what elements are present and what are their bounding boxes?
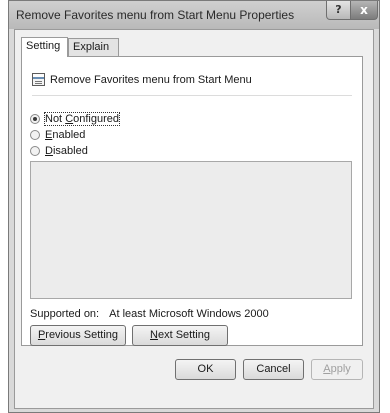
label-prefix: Not bbox=[45, 113, 66, 125]
label-rest: isabled bbox=[52, 145, 88, 157]
dialog-body: Setting Explain Remove Favorites menu fr… bbox=[14, 29, 374, 409]
accelerator-key: C bbox=[65, 113, 74, 125]
window-title: Remove Favorites menu from Start Menu Pr… bbox=[16, 8, 295, 22]
tab-setting[interactable]: Setting bbox=[21, 37, 68, 57]
supported-value: At least Microsoft Windows 2000 bbox=[109, 308, 269, 320]
setting-panel: Remove Favorites menu from Start Menu No… bbox=[21, 56, 363, 346]
accelerator-key: A bbox=[323, 363, 331, 375]
cancel-button[interactable]: Cancel bbox=[243, 359, 304, 380]
radio-enabled[interactable]: Enabled bbox=[30, 129, 85, 141]
label-rest: onfigured bbox=[73, 113, 120, 125]
close-button[interactable]: x bbox=[350, 1, 378, 20]
button-label: ext Setting bbox=[157, 329, 210, 341]
properties-dialog: Remove Favorites menu from Start Menu Pr… bbox=[8, 0, 380, 413]
radio-disabled[interactable]: Disabled bbox=[30, 145, 88, 157]
policy-header: Remove Favorites menu from Start Menu bbox=[32, 73, 252, 86]
next-setting-button[interactable]: Next Setting bbox=[132, 325, 228, 346]
radio-disabled-label[interactable]: Disabled bbox=[45, 145, 88, 157]
accelerator-key: D bbox=[45, 145, 53, 157]
supported-label: Supported on: bbox=[30, 308, 100, 320]
radio-enabled-indicator[interactable] bbox=[30, 130, 40, 140]
divider bbox=[32, 95, 352, 96]
apply-button[interactable]: Apply bbox=[311, 359, 363, 380]
comment-area bbox=[30, 161, 352, 299]
accelerator-key: N bbox=[150, 329, 158, 341]
label-rest: nabled bbox=[52, 129, 86, 141]
ok-button[interactable]: OK bbox=[175, 359, 236, 380]
button-label: pply bbox=[330, 363, 351, 375]
previous-setting-button[interactable]: Previous Setting bbox=[30, 325, 126, 346]
radio-enabled-label[interactable]: Enabled bbox=[45, 129, 85, 141]
tab-explain[interactable]: Explain bbox=[68, 38, 119, 56]
policy-setting-icon bbox=[32, 73, 45, 86]
supported-on: Supported on: At least Microsoft Windows … bbox=[30, 308, 269, 320]
policy-name: Remove Favorites menu from Start Menu bbox=[50, 73, 252, 86]
help-button[interactable]: ? bbox=[326, 1, 351, 20]
title-bar[interactable]: Remove Favorites menu from Start Menu Pr… bbox=[9, 1, 379, 29]
radio-disabled-indicator[interactable] bbox=[30, 146, 40, 156]
radio-not-configured-label[interactable]: Not Configured bbox=[43, 112, 121, 126]
radio-not-configured[interactable]: Not Configured bbox=[30, 112, 121, 126]
radio-not-configured-indicator[interactable] bbox=[30, 114, 40, 124]
button-label: revious Setting bbox=[45, 329, 119, 341]
